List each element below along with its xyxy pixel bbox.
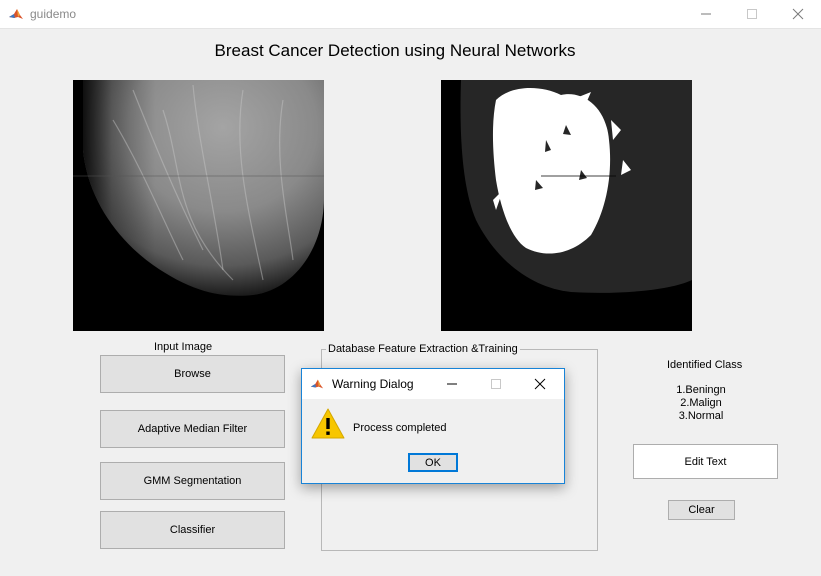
minimize-icon [701,13,711,15]
minimize-button[interactable] [683,0,729,28]
warning-dialog: Warning Dialog Process completed OK [301,368,565,484]
feature-extraction-panel-title: Database Feature Extraction &Training [326,343,520,355]
ok-button[interactable]: OK [408,453,458,472]
dialog-message: Process completed [353,422,447,434]
classifier-button[interactable]: Classifier [100,511,285,549]
maximize-button[interactable] [729,0,775,28]
class-item-normal: 3.Normal [678,410,724,422]
clear-button[interactable]: Clear [668,500,735,520]
maximize-icon [491,379,501,389]
window-titlebar: guidemo [0,0,821,28]
minimize-icon [447,383,457,385]
input-image-axes [73,80,324,331]
matlab-icon [8,6,24,22]
gmm-segmentation-button[interactable]: GMM Segmentation [100,462,285,500]
result-text-field[interactable]: Edit Text [633,444,778,479]
class-item-beningn: 1.Beningn [676,384,726,396]
dialog-maximize-button[interactable] [474,369,518,399]
dialog-close-button[interactable] [518,369,562,399]
close-button[interactable] [775,0,821,28]
matlab-icon [310,377,324,391]
close-icon [792,8,804,20]
class-item-malign: 2.Malign [680,397,722,409]
adaptive-median-filter-button[interactable]: Adaptive Median Filter [100,410,285,448]
class-list: 1.Beningn 2.Malign 3.Normal [651,384,751,423]
browse-button[interactable]: Browse [100,355,285,393]
identified-class-label: Identified Class [667,359,743,371]
maximize-icon [747,9,757,19]
close-icon [534,378,546,390]
window-title: guidemo [30,7,77,21]
dialog-titlebar: Warning Dialog [302,369,564,399]
dialog-title: Warning Dialog [332,377,414,391]
segmented-image-axes [441,80,692,331]
dialog-minimize-button[interactable] [430,369,474,399]
page-title: Breast Cancer Detection using Neural Net… [214,41,576,60]
warning-triangle-icon [311,408,345,439]
input-image-label: Input Image [154,341,213,353]
